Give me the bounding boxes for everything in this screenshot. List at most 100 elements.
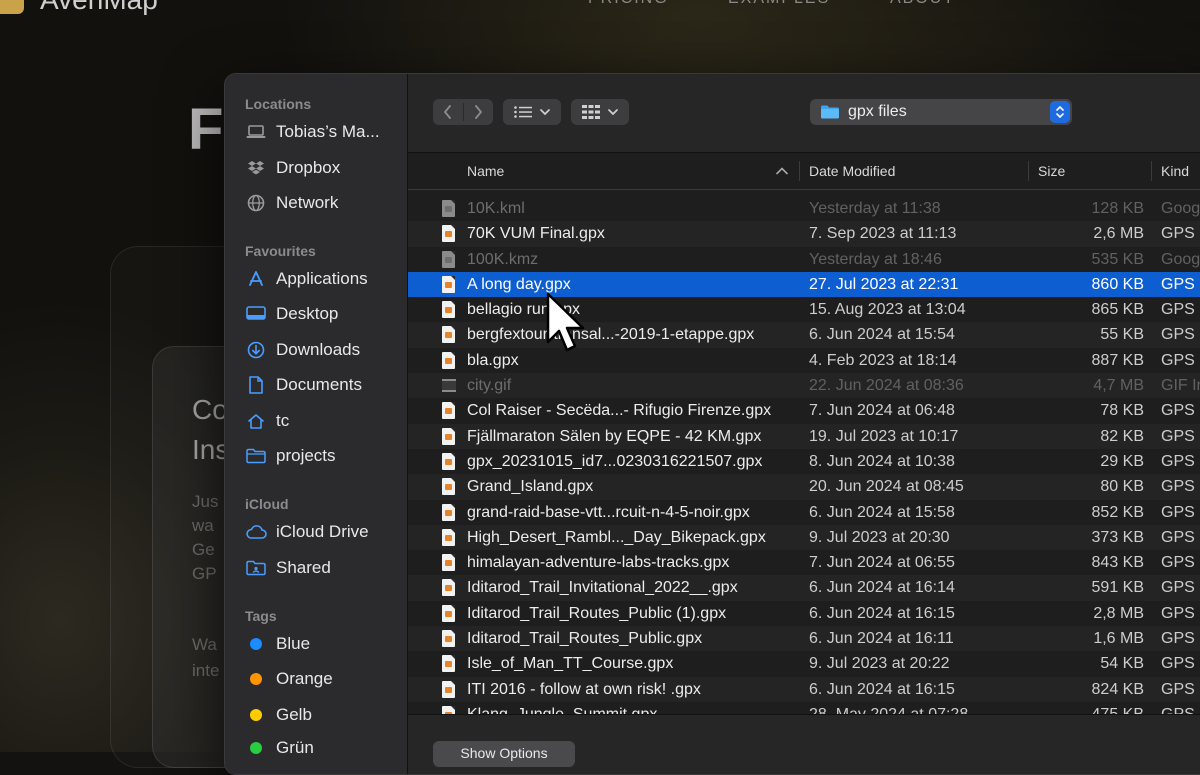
table-row[interactable]: grand-raid-base-vtt...rcuit-n-4-5-noir.g… [408,500,1200,525]
sidebar-tag-blue[interactable]: Blue [245,630,405,658]
table-row[interactable]: 100K.kmz Yesterday at 18:46 535 KB Goog [408,247,1200,272]
card-text-line: Wa [192,635,217,654]
table-row[interactable]: gpx_20231015_id7...0230316221507.gpx 8. J… [408,449,1200,474]
sidebar-item-icloud-drive[interactable]: iCloud Drive [245,518,405,546]
forward-button[interactable] [464,105,494,119]
document-glyph [442,351,455,369]
card-text-line: Ge [192,540,215,559]
column-divider[interactable] [1028,161,1029,181]
file-kind: GPS I [1161,225,1200,243]
file-date-modified: 7. Sep 2023 at 11:13 [809,225,957,243]
sidebar-item-projects[interactable]: projects [245,442,405,470]
file-name: High_Desert_Rambl..._Day_Bikepack.gpx [467,528,766,546]
file-date-modified: 19. Jul 2023 at 10:17 [809,427,959,445]
table-row[interactable]: Fjällmaraton Sälen by EQPE - 42 KM.gpx 19… [408,423,1200,449]
sidebar-tag-orange[interactable]: Orange [245,665,405,693]
file-kind: GPS I [1161,478,1200,496]
sidebar-item-network[interactable]: Network [245,189,405,217]
tag-color-dot [245,705,267,725]
sidebar-item-label: Downloads [276,340,361,359]
sidebar-item-home[interactable]: tc [245,407,405,435]
column-kind[interactable]: Kind [1161,153,1189,189]
file-name: Iditarod_Trail_Invitational_2022__.gpx [467,579,738,597]
file-name: Isle_of_Man_TT_Course.gpx [467,655,674,673]
sidebar-item-label: Network [276,193,339,212]
show-options-button[interactable]: Show Options [433,741,575,767]
table-row[interactable]: himalayan-adventure-labs-tracks.gpx 7. Ju… [408,550,1200,575]
file-size: 54 KB [1100,655,1144,673]
document-glyph [442,680,455,698]
file-name: city.gif [467,377,512,395]
document-glyph [442,655,455,673]
table-row[interactable]: bla.gpx 4. Feb 2023 at 18:14 887 KB GPS I [408,348,1200,373]
file-kind: GPS I [1161,655,1200,673]
table-row[interactable]: Isle_of_Man_TT_Course.gpx 9. Jul 2023 at … [408,651,1200,676]
file-name: Col Raiser - Secëda...- Rifugio Firenze.… [467,402,772,420]
bottom-bar: Show Options [408,714,1200,774]
file-kind: GPS I [1161,579,1200,597]
table-row-selected[interactable]: A long day.gpx 27. Jul 2023 at 22:31 860 K… [408,271,1200,298]
sidebar-item-applications[interactable]: Applications [245,265,405,293]
chevron-left-icon [444,105,452,119]
applications-icon [245,269,267,289]
file-badge [445,636,452,643]
column-header: Name Date Modified Size Kind [408,153,1200,190]
back-button[interactable] [433,105,463,119]
popup-stepper[interactable] [1050,101,1070,123]
sidebar-tag-yellow[interactable]: Gelb [245,701,405,729]
file-size: 824 KB [1091,680,1144,698]
file-name: bellagio run.gpx [467,301,580,319]
table-row[interactable]: bellagio run.gpx 15. Aug 2023 at 13:04 865… [408,297,1200,322]
file-name: gpx_20231015_id7...0230316221507.gpx [467,452,763,470]
sort-ascending-icon[interactable] [776,153,788,189]
file-badge [445,206,452,212]
column-size[interactable]: Size [1038,153,1065,189]
list-view-button[interactable] [503,99,561,125]
sidebar-section-icloud: iCloud [245,496,289,512]
table-row[interactable]: Col Raiser - Secëda...- Rifugio Firenze.… [408,398,1200,423]
folder-location-popup[interactable]: gpx files [810,99,1072,125]
sidebar-item-downloads[interactable]: Downloads [245,336,405,364]
sidebar-item-shared[interactable]: Shared [245,554,405,582]
file-badge [445,585,452,592]
sidebar-item-computer[interactable]: Tobias’s Ma... [245,118,405,146]
table-row[interactable]: 10K.kml Yesterday at 11:38 128 KB Goog [408,196,1200,221]
file-date-modified: 8. Jun 2024 at 10:38 [809,452,955,470]
nav-link-pricing[interactable]: PRICING [588,0,669,8]
table-row[interactable]: 70K VUM Final.gpx 7. Sep 2023 at 11:13 2,6… [408,221,1200,247]
table-row[interactable]: Grand_Island.gpx 20. Jun 2024 at 08:45 80 … [408,474,1200,500]
table-row[interactable]: city.gif 22. Jun 2024 at 08:36 4,7 MB GIF I… [408,373,1200,399]
column-divider[interactable] [1151,161,1152,181]
file-badge [445,484,452,491]
file-badge [445,433,452,440]
nav-link-examples[interactable]: EXAMPLES [728,0,830,8]
file-kind: Goog [1161,250,1200,268]
column-date-modified[interactable]: Date Modified [809,153,895,189]
file-icon [442,275,456,294]
sidebar-item-label: Blue [276,634,311,653]
file-date-modified: 7. Jun 2024 at 06:48 [809,402,955,420]
table-row[interactable]: High_Desert_Rambl..._Day_Bikepack.gpx 9. … [408,524,1200,551]
file-kind: GPS I [1161,680,1200,698]
column-divider[interactable] [799,161,800,181]
sidebar-item-label: Applications [276,269,368,288]
sidebar-item-label: Tobias’s Ma... [276,122,380,141]
file-size: 852 KB [1091,503,1144,521]
table-row[interactable]: bergfextour-transal...-2019-1-etappe.gpx… [408,322,1200,348]
table-row[interactable]: Iditarod_Trail_Routes_Public (1).gpx 6. J… [408,601,1200,626]
sidebar-item-dropbox[interactable]: Dropbox [245,154,405,182]
mouse-pointer-icon [546,292,585,352]
table-row[interactable]: Iditarod_Trail_Routes_Public.gpx 6. Jun 2… [408,626,1200,652]
file-date-modified: 9. Jul 2023 at 20:22 [809,655,950,673]
table-row[interactable]: Iditarod_Trail_Invitational_2022__.gpx 6.… [408,575,1200,601]
sidebar-item-documents[interactable]: Documents [245,371,405,399]
nav-link-about[interactable]: ABOUT [890,0,955,8]
file-icon [442,630,456,648]
sidebar-tag-green[interactable]: Grün [245,734,405,762]
group-view-button[interactable] [571,99,629,125]
sidebar-item-desktop[interactable]: Desktop [245,300,405,328]
column-name[interactable]: Name [467,153,504,189]
open-file-dialog: Locations Tobias’s Ma... Dropbox Network… [224,73,1200,775]
file-kind: GPS I [1161,528,1200,546]
table-row[interactable]: ITI 2016 - follow at own risk! .gpx 6. Ju… [408,676,1200,702]
